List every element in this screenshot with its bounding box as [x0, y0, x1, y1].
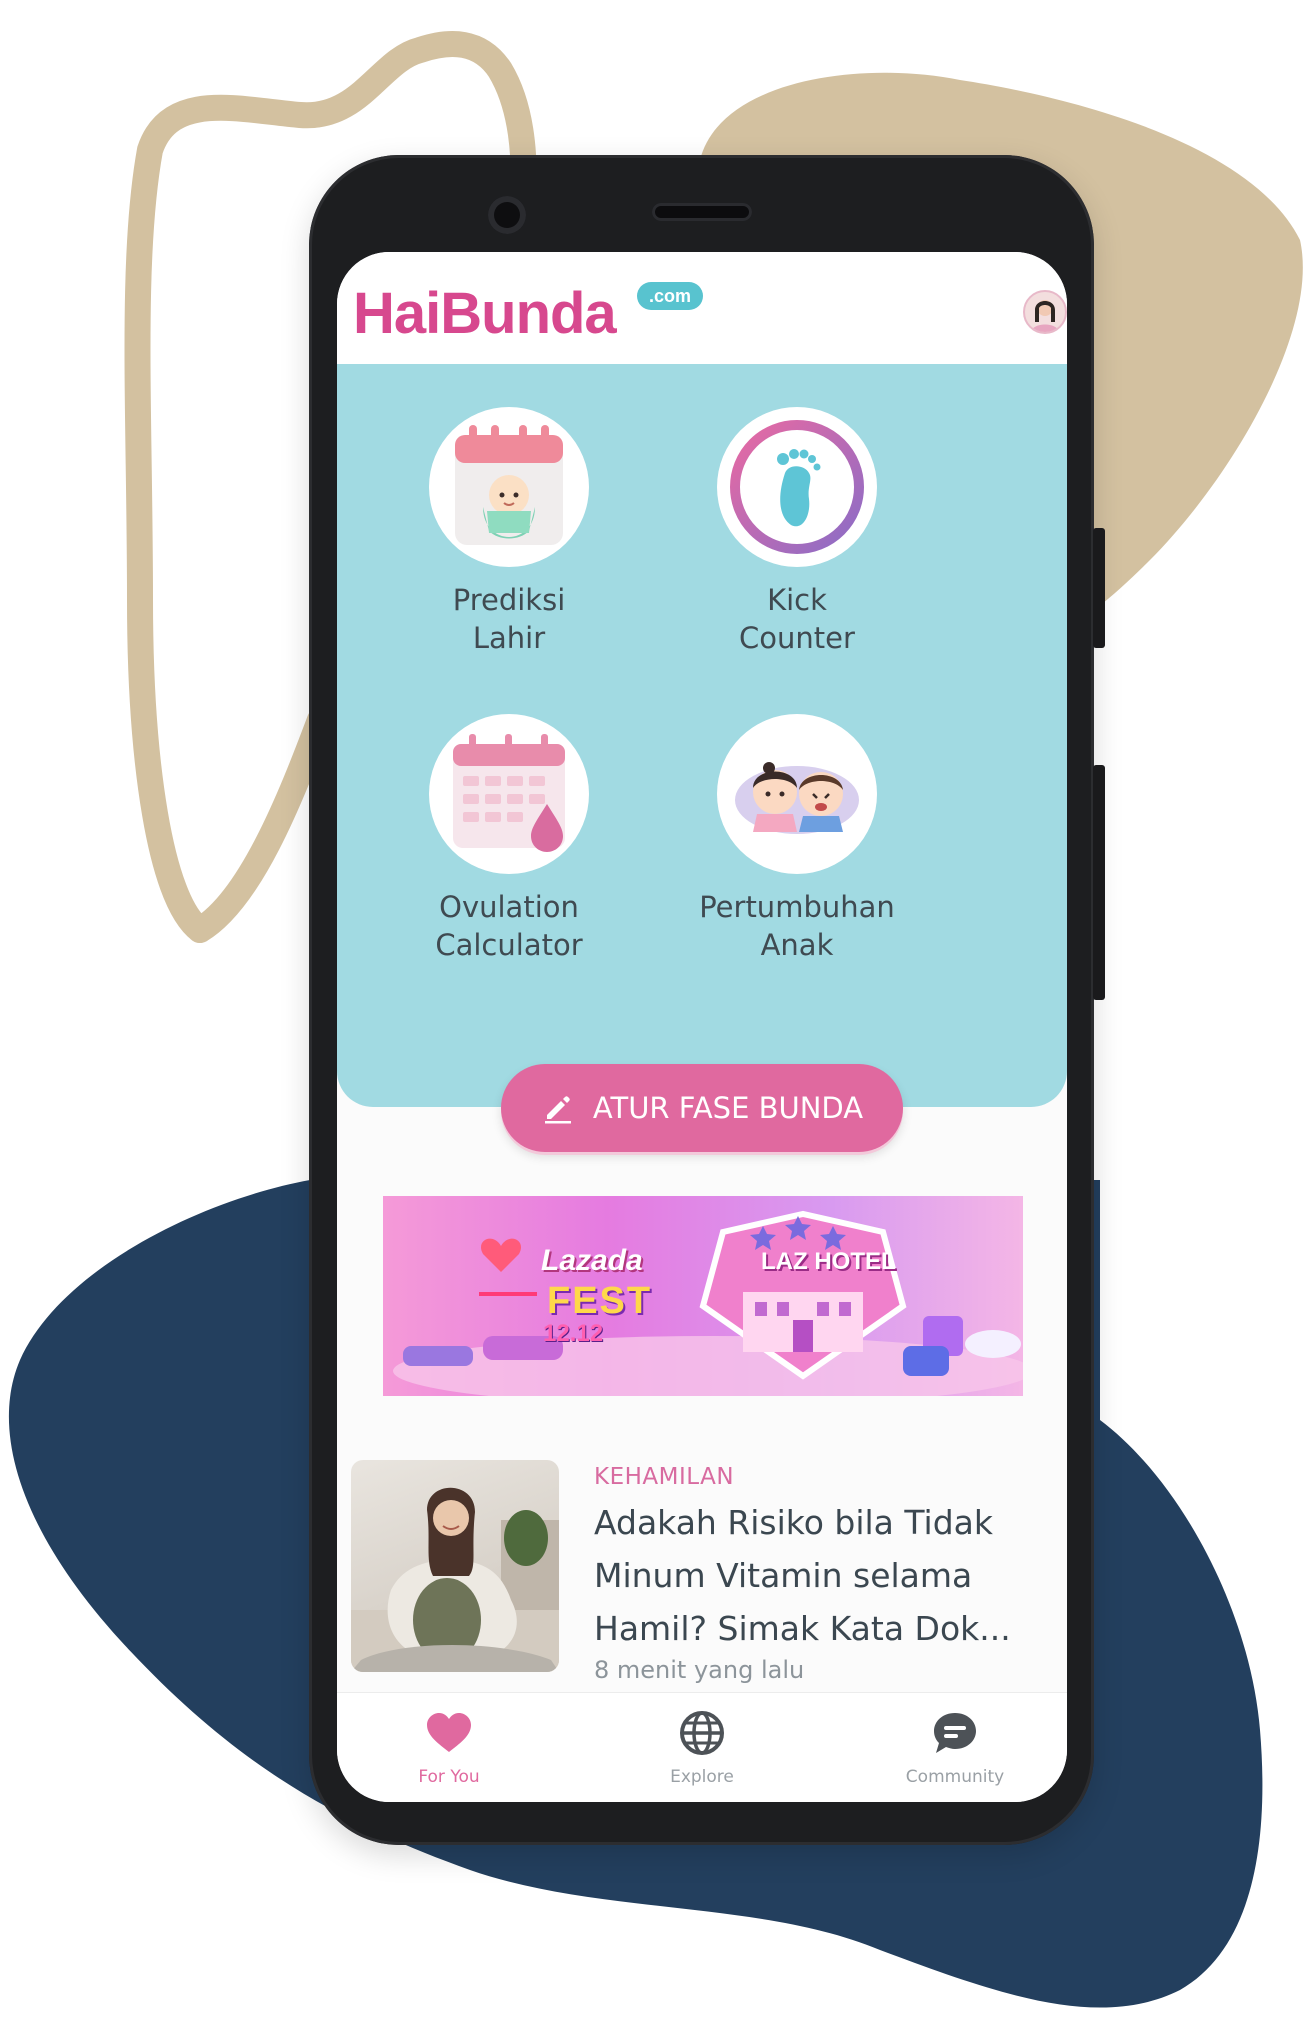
- banner-hotel: LAZ HOTEL: [761, 1248, 896, 1275]
- atur-fase-bunda-button[interactable]: ATUR FASE BUNDA: [501, 1064, 903, 1152]
- nav-label: Explore: [670, 1767, 734, 1787]
- tool-ovulation-calculator[interactable]: Ovulation Calculator: [379, 714, 639, 964]
- tool-prediksi-lahir[interactable]: Prediksi Lahir: [379, 407, 639, 657]
- earpiece-speaker: [652, 203, 752, 221]
- article-title[interactable]: Adakah Risiko bila Tidak Minum Vitamin s…: [594, 1496, 1054, 1655]
- banner-brand: Lazada: [541, 1244, 643, 1277]
- banner-art: [393, 1210, 1023, 1396]
- phone-volume-button: [1093, 765, 1105, 1000]
- heart-icon: [427, 1713, 471, 1752]
- article-card[interactable]: KEHAMILAN Adakah Risiko bila Tidak Minum…: [351, 1460, 1067, 1685]
- nav-for-you[interactable]: For You: [349, 1711, 549, 1787]
- cta-label: ATUR FASE BUNDA: [592, 1091, 864, 1125]
- phone-screen: HaiBunda .com Prediksi Lahir Kick Counte…: [337, 252, 1067, 1802]
- tools-panel: Prediksi Lahir Kick Counter Ovulation Ca…: [337, 364, 1067, 1107]
- banner-date: 12.12: [543, 1320, 604, 1347]
- ovulation-calendar-icon: [429, 714, 589, 874]
- logo-badge: .com: [637, 282, 703, 310]
- app-header: HaiBunda .com: [337, 252, 1067, 364]
- promo-banner[interactable]: Lazada FEST 12.12 LAZ HOTEL: [383, 1196, 1023, 1396]
- globe-icon: [680, 1711, 724, 1755]
- nav-community[interactable]: Community: [855, 1711, 1055, 1787]
- pencil-icon: [544, 1096, 571, 1124]
- avatar[interactable]: [1023, 290, 1067, 334]
- article-timestamp: 8 menit yang lalu: [594, 1656, 805, 1684]
- nav-label: For You: [418, 1767, 480, 1787]
- article-category: KEHAMILAN: [594, 1464, 735, 1490]
- tool-label: Prediksi Lahir: [452, 583, 566, 655]
- tool-label: Kick Counter: [739, 583, 855, 655]
- footprint-icon: [717, 407, 877, 567]
- nav-label: Community: [905, 1767, 1005, 1787]
- article-thumbnail: [351, 1460, 559, 1672]
- tool-kick-counter[interactable]: Kick Counter: [667, 407, 927, 657]
- nav-explore[interactable]: Explore: [602, 1711, 802, 1787]
- tool-label: Ovulation Calculator: [435, 890, 583, 962]
- app-logo[interactable]: HaiBunda: [353, 280, 617, 347]
- tool-label: Pertumbuhan Anak: [699, 890, 895, 962]
- tool-pertumbuhan-anak[interactable]: Pertumbuhan Anak: [667, 714, 927, 964]
- chat-bubble-icon: [934, 1713, 976, 1753]
- phone-side-button: [1093, 528, 1105, 648]
- baby-calendar-icon: [429, 407, 589, 567]
- profile-avatar-icon: [1031, 300, 1059, 332]
- front-camera: [488, 196, 526, 234]
- beige-outline-lower: [187, 707, 333, 943]
- children-icon: [717, 714, 877, 874]
- bottom-navigation: For You Explore Community: [337, 1692, 1067, 1802]
- banner-fest: FEST: [547, 1280, 653, 1322]
